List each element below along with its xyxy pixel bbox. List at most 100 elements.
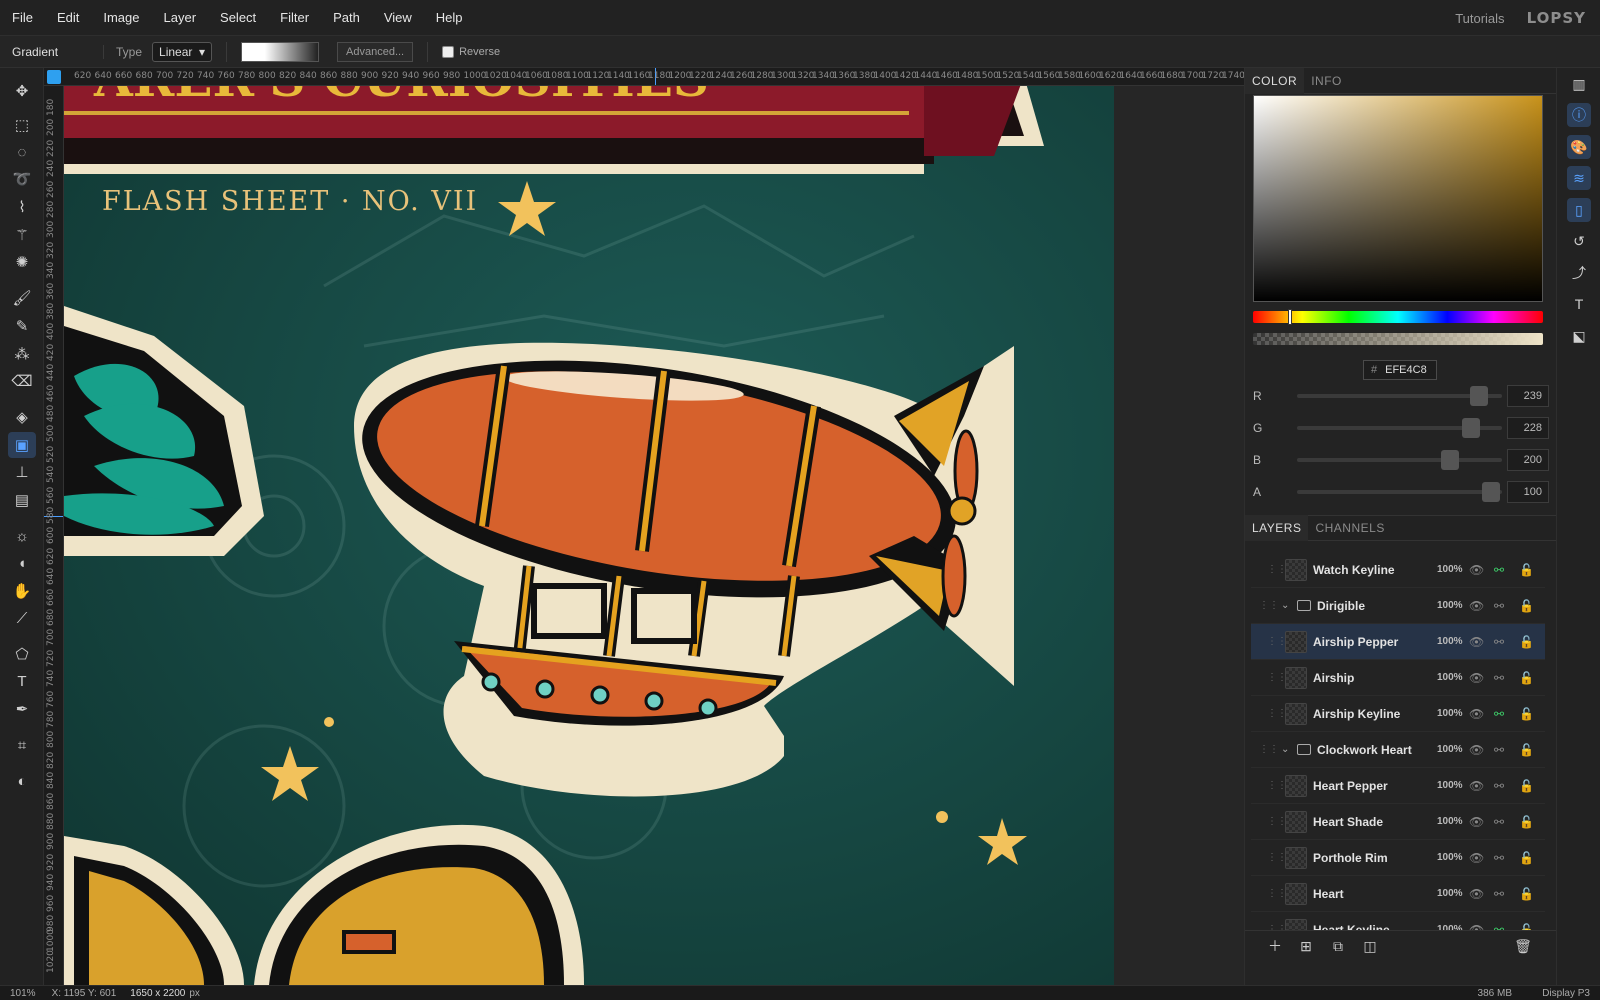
layer-row[interactable]: ⋮⋮ Watch Keyline 100% 👁 ⚯ 🔓 [1251, 556, 1545, 588]
layer-opacity[interactable]: 100% [1437, 600, 1463, 611]
chevron-down-icon[interactable]: ⌄ [1281, 600, 1297, 611]
brush-tool-icon[interactable]: 🖌 [8, 285, 36, 311]
layer-opacity[interactable]: 100% [1437, 816, 1463, 827]
link-icon[interactable]: ⚯ [1494, 923, 1504, 931]
link-icon[interactable]: ⚯ [1494, 887, 1504, 901]
layer-opacity[interactable]: 100% [1437, 564, 1463, 575]
ruler-horizontal[interactable]: 620 640 660 680 700 720 740 760 780 800 820 840 860 8… [44, 68, 1244, 86]
menu-path[interactable]: Path [321, 10, 372, 25]
lock-icon[interactable]: 🔓 [1519, 743, 1534, 757]
channel-slider-thumb[interactable] [1482, 482, 1500, 502]
mask-layer-icon[interactable]: ◫ [1362, 938, 1378, 954]
link-icon[interactable]: ⚯ [1494, 815, 1504, 829]
zoom-level[interactable]: 101% [10, 988, 36, 999]
drag-handle-icon[interactable]: ⋮⋮ [1259, 744, 1279, 755]
layer-row[interactable]: ⋮⋮ Heart Pepper 100% 👁 ⚯ 🔓 [1251, 768, 1545, 804]
paths-icon[interactable]: ⤴ [1567, 261, 1591, 285]
visibility-eye-icon[interactable]: 👁 [1469, 923, 1484, 931]
history-icon[interactable]: ↺ [1567, 229, 1591, 253]
layer-opacity[interactable]: 100% [1437, 708, 1463, 719]
pencil-tool-icon[interactable]: ✎ [8, 313, 36, 339]
layer-opacity[interactable]: 100% [1437, 672, 1463, 683]
menu-help[interactable]: Help [424, 10, 475, 25]
channels-icon[interactable]: ▯ [1567, 198, 1591, 222]
tab-channels[interactable]: CHANNELS [1308, 515, 1391, 541]
menu-image[interactable]: Image [91, 10, 151, 25]
visibility-eye-icon[interactable]: 👁 [1469, 635, 1484, 649]
stamp-tool-icon[interactable]: ⊥ [8, 459, 36, 485]
drag-handle-icon[interactable]: ⋮⋮ [1267, 564, 1287, 575]
alpha-slider[interactable] [1253, 333, 1543, 345]
lock-icon[interactable]: 🔓 [1519, 707, 1534, 721]
chevron-down-icon[interactable]: ⌄ [1281, 744, 1297, 755]
link-icon[interactable]: ⚯ [1494, 707, 1504, 721]
magic-wand-tool-icon[interactable]: ⚚ [8, 222, 36, 248]
drag-handle-icon[interactable]: ⋮⋮ [1267, 780, 1287, 791]
visibility-eye-icon[interactable]: 👁 [1469, 851, 1484, 865]
drag-handle-icon[interactable]: ⋮⋮ [1267, 888, 1287, 899]
layer-row[interactable]: ⋮⋮ Heart 100% 👁 ⚯ 🔓 [1251, 876, 1545, 912]
lock-icon[interactable]: 🔓 [1519, 887, 1534, 901]
layers-icon[interactable]: ≋ [1567, 166, 1591, 190]
drag-handle-icon[interactable]: ⋮⋮ [1267, 816, 1287, 827]
channel-value-input[interactable]: 200 [1507, 449, 1549, 471]
hex-input[interactable]: # EFE4C8 [1363, 360, 1437, 380]
layer-row[interactable]: ⋮⋮ Heart Keyline 100% 👁 ⚯ 🔓 [1251, 912, 1545, 930]
ellipse-select-tool-icon[interactable]: ◌ [8, 139, 36, 165]
hue-slider[interactable] [1253, 309, 1543, 325]
lock-icon[interactable]: 🔓 [1519, 671, 1534, 685]
layer-opacity[interactable]: 100% [1437, 888, 1463, 899]
duplicate-layer-icon[interactable]: ⧉ [1330, 938, 1346, 954]
visibility-eye-icon[interactable]: 👁 [1469, 743, 1484, 757]
lock-icon[interactable]: 🔓 [1519, 851, 1534, 865]
shape-tool-icon[interactable]: ⬠ [8, 641, 36, 667]
channel-slider[interactable] [1297, 418, 1502, 438]
link-icon[interactable]: ⚯ [1494, 671, 1504, 685]
drag-handle-icon[interactable]: ⋮⋮ [1259, 600, 1279, 611]
drag-handle-icon[interactable]: ⋮⋮ [1267, 708, 1287, 719]
channel-slider[interactable] [1297, 450, 1502, 470]
lock-icon[interactable]: 🔓 [1519, 815, 1534, 829]
lasso-tool-icon[interactable]: ➰ [8, 166, 36, 192]
color-picker-field[interactable] [1253, 95, 1543, 302]
crop-tool-icon[interactable]: ⌗ [8, 732, 36, 758]
lock-icon[interactable]: 🔓 [1519, 599, 1534, 613]
menu-select[interactable]: Select [208, 10, 268, 25]
tab-layers[interactable]: LAYERS [1245, 515, 1309, 541]
character-icon[interactable]: T [1567, 292, 1591, 316]
lock-icon[interactable]: 🔓 [1519, 779, 1534, 793]
tutorials-link[interactable]: Tutorials [1455, 11, 1504, 26]
layer-group-row[interactable]: ⋮⋮ ⌄ Clockwork Heart 100% 👁 ⚯ 🔓 [1251, 732, 1545, 768]
channel-value-input[interactable]: 239 [1507, 385, 1549, 407]
tab-color[interactable]: COLOR [1245, 67, 1305, 94]
pen-tool-icon[interactable]: ✒ [8, 696, 36, 722]
visibility-eye-icon[interactable]: 👁 [1469, 599, 1484, 613]
menu-file[interactable]: File [0, 10, 45, 25]
link-icon[interactable]: ⚯ [1494, 635, 1504, 649]
drag-handle-icon[interactable]: ⋮⋮ [1267, 852, 1287, 863]
new-group-icon[interactable]: ⊞ [1298, 938, 1314, 954]
artboard[interactable]: ARER'S CURIOSITIES [64, 86, 1114, 985]
lock-icon[interactable]: 🔓 [1519, 923, 1534, 931]
pattern-tool-icon[interactable]: ▤ [8, 487, 36, 513]
drag-handle-icon[interactable]: ⋮⋮ [1267, 636, 1287, 647]
dodge-tool-icon[interactable]: ☼ [8, 523, 36, 549]
channel-slider[interactable] [1297, 386, 1502, 406]
link-icon[interactable]: ⚯ [1494, 743, 1504, 757]
drag-handle-icon[interactable]: ⋮⋮ [1267, 672, 1287, 683]
fill-tool-icon[interactable]: ◈ [8, 404, 36, 430]
layer-opacity[interactable]: 100% [1437, 780, 1463, 791]
channel-slider-thumb[interactable] [1470, 386, 1489, 406]
channel-value-input[interactable]: 100 [1507, 481, 1549, 503]
ruler-vertical[interactable]: 180 200 220 240 260 280 300 320 340 360 380 400 420 4… [44, 86, 64, 985]
add-layer-icon[interactable]: ＋ [1267, 938, 1283, 954]
layer-row[interactable]: ⋮⋮ Porthole Rim 100% 👁 ⚯ 🔓 [1251, 840, 1545, 876]
layers-list[interactable]: ⋮⋮ Watch Keyline 100% 👁 ⚯ 🔓 ⋮⋮ ⌄ Dirigible 100% 👁 ⚯… [1251, 556, 1545, 930]
canvas-viewport[interactable]: ARER'S CURIOSITIES [64, 86, 1244, 985]
rect-select-tool-icon[interactable]: ⬚ [8, 112, 36, 138]
link-icon[interactable]: ⚯ [1494, 599, 1504, 613]
checkbox-box[interactable] [442, 45, 455, 58]
reverse-checkbox[interactable]: Reverse [442, 45, 500, 58]
smudge-tool-icon[interactable]: ◖ [8, 550, 36, 576]
channel-slider-thumb[interactable] [1440, 450, 1459, 470]
